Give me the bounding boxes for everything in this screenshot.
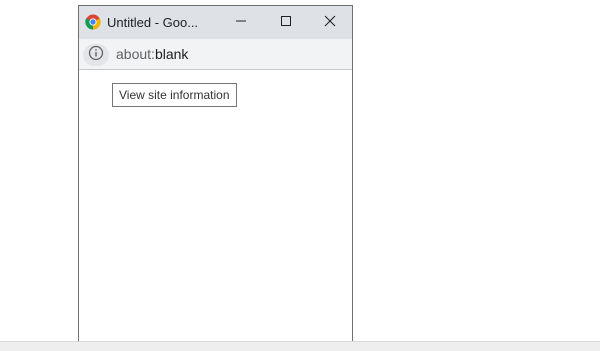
taskbar-edge (0, 341, 600, 351)
page-content[interactable] (79, 70, 352, 343)
address-bar[interactable]: about:blank (79, 39, 352, 70)
chrome-icon (85, 14, 101, 30)
close-icon (324, 14, 336, 32)
maximize-button[interactable] (264, 6, 308, 39)
url-host: blank (154, 46, 189, 62)
url-scheme: about: (116, 46, 155, 62)
info-icon (88, 45, 104, 66)
url-display[interactable]: about:blank (116, 46, 188, 62)
minimize-button[interactable] (219, 6, 263, 39)
site-info-button[interactable] (83, 44, 109, 66)
window-title: Untitled - Goo... (107, 15, 199, 30)
minimize-icon (235, 14, 247, 32)
browser-window: Untitled - Goo... about:blank View site … (78, 5, 353, 344)
close-button[interactable] (308, 6, 352, 39)
site-info-tooltip: View site information (112, 83, 237, 107)
desktop: Untitled - Goo... about:blank View site … (0, 0, 600, 351)
title-bar[interactable]: Untitled - Goo... (79, 6, 352, 39)
maximize-icon (280, 14, 292, 32)
